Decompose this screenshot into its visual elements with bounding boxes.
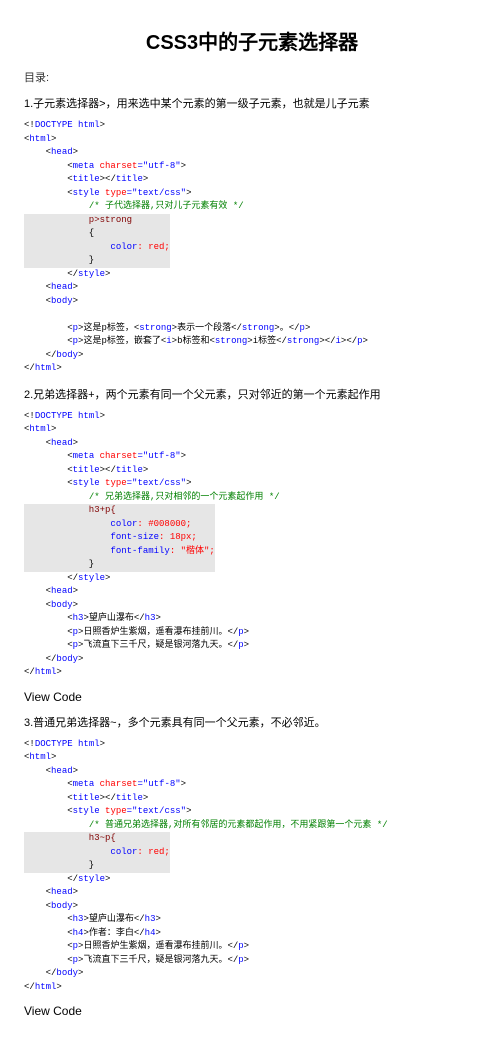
prop-val: : "楷体"; [170, 546, 215, 556]
view-code-link-2[interactable]: View Code [24, 1004, 480, 1018]
attr-val: ="text/css" [127, 188, 186, 198]
text: 望庐山瀑布 [89, 914, 134, 924]
code-block-1: <!DOCTYPE html> <html> <head> <meta char… [24, 119, 480, 376]
toc-label: 目录: [24, 69, 480, 85]
attr: charset [94, 161, 137, 171]
comment: /* 兄弟选择器,只对相邻的一个元素起作用 */ [89, 492, 280, 502]
selector: p>strong [24, 215, 132, 225]
text: 作者：李白 [89, 928, 134, 938]
text: 日照香炉生紫烟，遥看瀑布挂前川。 [83, 627, 227, 637]
prop-val: : red; [137, 847, 169, 857]
text: 飞流直下三千尺，疑是银河落九天。 [83, 640, 227, 650]
page-title: CSS3中的子元素选择器 [24, 26, 480, 55]
brace: } [24, 559, 94, 569]
prop-val: : 18px; [159, 532, 197, 542]
text: 日照香炉生紫烟，遥看瀑布挂前川。 [83, 941, 227, 951]
prop: color [24, 519, 137, 529]
section-2-heading: 2.兄弟选择器+，两个元素有同一个父元素，只对邻近的第一个元素起作用 [24, 386, 480, 402]
selector: h3~p{ [24, 833, 116, 843]
comment: /* 普通兄弟选择器,对所有邻居的元素都起作用，不用紧跟第一个元素 */ [89, 820, 388, 830]
doctype: DOCTYPE html [35, 120, 100, 130]
prop: color [24, 847, 137, 857]
section-3-heading: 3.普通兄弟选择器~，多个元素具有同一个父元素，不必邻近。 [24, 714, 480, 730]
code-block-3: <!DOCTYPE html> <html> <head> <meta char… [24, 738, 480, 995]
text: 望庐山瀑布 [89, 613, 134, 623]
brace: { [24, 228, 94, 238]
section-1-heading: 1.子元素选择器>，用来选中某个元素的第一级子元素，也就是儿子元素 [24, 95, 480, 111]
attr-val: ="utf-8" [137, 161, 180, 171]
attr: type [100, 188, 127, 198]
prop-val: : red; [137, 242, 169, 252]
prop: color [24, 242, 137, 252]
brace: } [24, 255, 94, 265]
prop: font-family [24, 546, 170, 556]
text: 飞流直下三千尺，疑是银河落九天。 [83, 955, 227, 965]
view-code-link-1[interactable]: View Code [24, 690, 480, 704]
comment: /* 子代选择器,只对儿子元素有效 */ [89, 201, 244, 211]
prop: font-size [24, 532, 159, 542]
brace: } [24, 860, 94, 870]
prop-val: : #008000; [137, 519, 191, 529]
selector: h3+p{ [24, 505, 116, 515]
code-block-2: <!DOCTYPE html> <html> <head> <meta char… [24, 410, 480, 680]
